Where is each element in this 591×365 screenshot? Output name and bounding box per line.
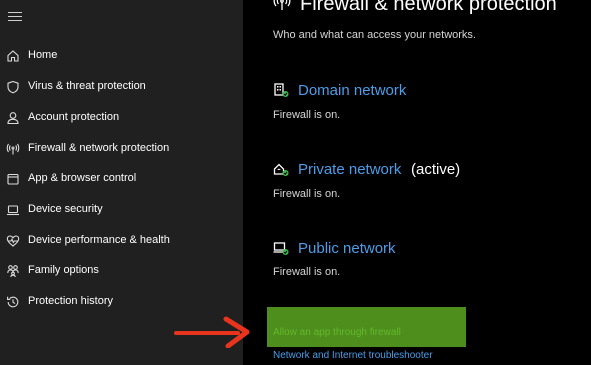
private-network-status: Firewall is on. — [273, 188, 341, 200]
sidebar-item-label: Family options — [28, 264, 99, 276]
heart-pulse-icon — [5, 233, 21, 249]
sidebar-item-label: Device security — [28, 203, 103, 215]
public-network-status: Firewall is on. — [273, 266, 341, 278]
sidebar-item-protection-history[interactable]: Protection history — [0, 290, 243, 314]
allow-app-through-firewall-link[interactable]: Allow an app through firewall — [273, 327, 401, 338]
domain-network-icon — [273, 82, 289, 98]
sidebar-item-device-security[interactable]: Device security — [0, 198, 243, 222]
app-window-icon — [5, 171, 21, 187]
sidebar-item-home[interactable]: Home — [0, 44, 243, 68]
sidebar-item-label: Home — [28, 49, 58, 61]
person-icon — [5, 110, 21, 126]
home-icon — [5, 48, 21, 64]
sidebar-item-app-browser-control[interactable]: App & browser control — [0, 167, 243, 191]
network-troubleshooter-link[interactable]: Network and Internet troubleshooter — [273, 350, 433, 361]
sidebar: Home Virus & threat protection Account p… — [0, 0, 243, 365]
sidebar-item-label: Device performance & health — [28, 234, 170, 246]
sidebar-item-device-performance-health[interactable]: Device performance & health — [0, 229, 243, 253]
domain-network-status: Firewall is on. — [273, 109, 341, 121]
antenna-icon — [273, 0, 291, 12]
sidebar-item-label: App & browser control — [28, 172, 137, 184]
shield-icon — [5, 79, 21, 95]
private-network-icon — [273, 161, 289, 177]
sidebar-item-label: Virus & threat protection — [28, 80, 146, 92]
sidebar-item-firewall-network-protection[interactable]: Firewall & network protection — [0, 137, 243, 161]
family-icon — [5, 263, 21, 279]
domain-network-link[interactable]: Domain network — [298, 82, 406, 99]
public-network-icon — [273, 240, 289, 256]
sidebar-item-account-protection[interactable]: Account protection — [0, 106, 243, 130]
laptop-icon — [5, 202, 21, 218]
hamburger-menu-icon[interactable] — [8, 12, 22, 23]
main-content: Firewall & network protection Who and wh… — [243, 0, 591, 365]
antenna-icon — [5, 141, 21, 157]
private-network-link[interactable]: Private network — [298, 161, 401, 178]
sidebar-item-label: Account protection — [28, 111, 120, 123]
public-network-link[interactable]: Public network — [298, 240, 396, 257]
sidebar-item-virus-threat-protection[interactable]: Virus & threat protection — [0, 75, 243, 99]
sidebar-item-family-options[interactable]: Family options — [0, 259, 243, 283]
sidebar-item-label: Firewall & network protection — [28, 142, 170, 154]
active-network-badge: (active) — [411, 161, 461, 178]
red-arrow-annotation — [174, 316, 250, 348]
page-subtitle: Who and what can access your networks. — [273, 29, 476, 41]
history-icon — [5, 294, 21, 310]
sidebar-item-label: Protection history — [28, 295, 113, 307]
page-title: Firewall & network protection — [300, 0, 557, 15]
